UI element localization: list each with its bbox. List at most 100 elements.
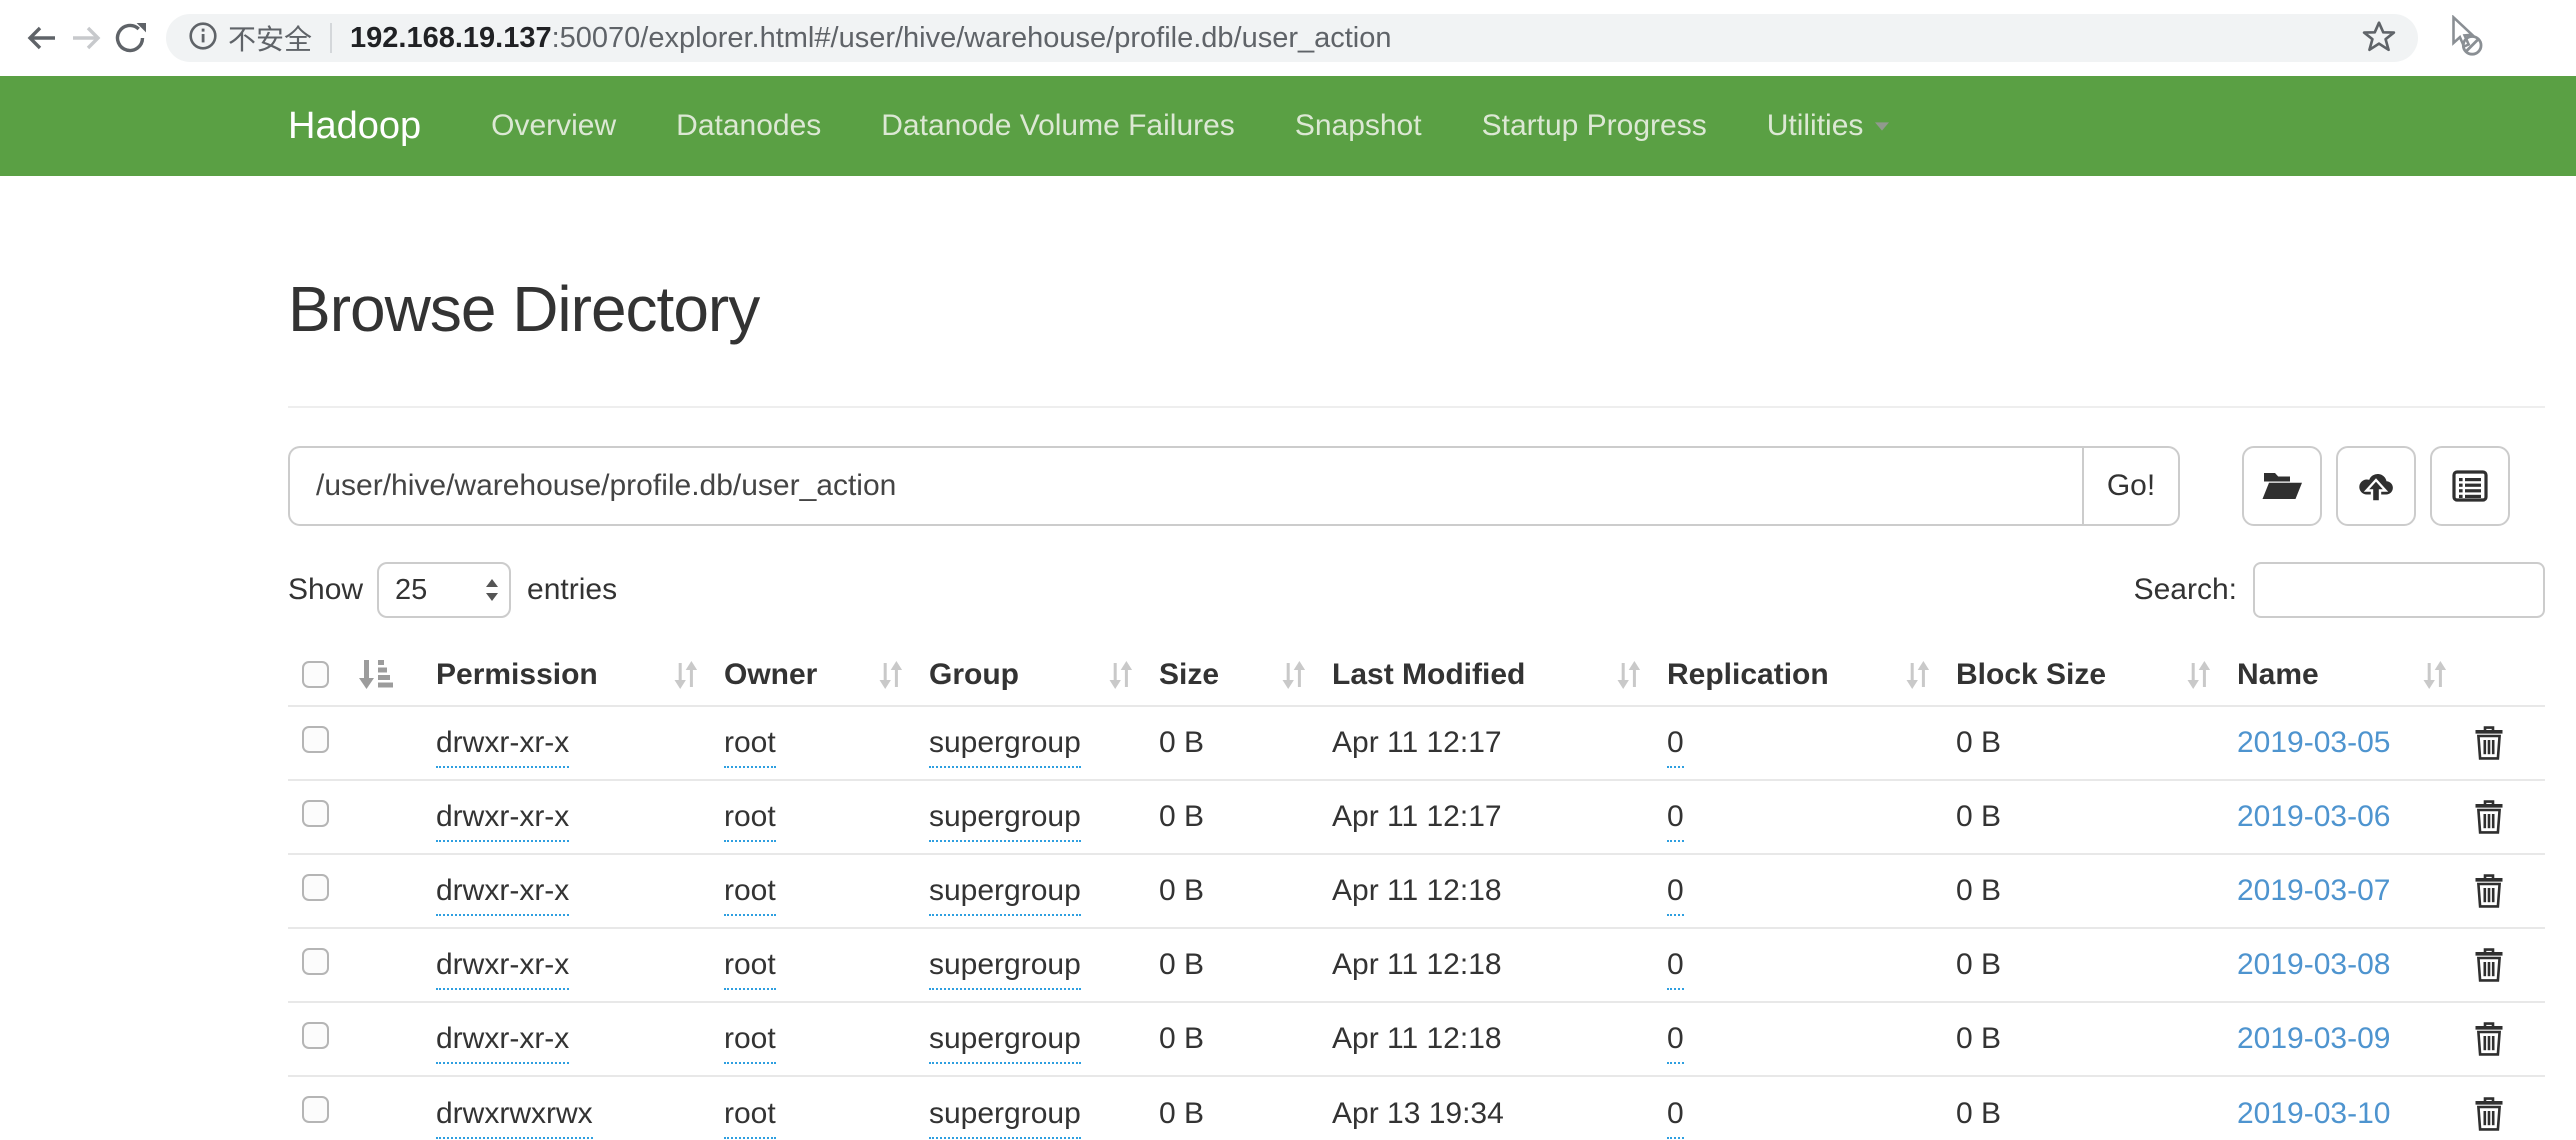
list-alt-icon: [2452, 470, 2488, 502]
column-header-permission[interactable]: Permission: [436, 644, 724, 706]
permission-value[interactable]: drwxr-xr-x: [436, 948, 569, 990]
replication-value[interactable]: 0: [1667, 800, 1684, 842]
row-checkbox[interactable]: [302, 726, 329, 753]
entries-select-wrap: 25: [377, 562, 511, 618]
owner-value[interactable]: root: [724, 1022, 776, 1064]
directory-name-link[interactable]: 2019-03-05: [2237, 726, 2390, 759]
group-value[interactable]: supergroup: [929, 726, 1081, 768]
delete-button[interactable]: [2473, 947, 2505, 983]
directory-path-input[interactable]: [288, 446, 2082, 526]
navbar-items: Overview Datanodes Datanode Volume Failu…: [461, 109, 1737, 143]
group-value[interactable]: supergroup: [929, 948, 1081, 990]
sort-icon[interactable]: [2421, 660, 2447, 690]
delete-button[interactable]: [2473, 1096, 2505, 1132]
delete-button[interactable]: [2473, 1021, 2505, 1057]
navbar-link[interactable]: Overview: [461, 109, 646, 143]
reload-icon[interactable]: [108, 16, 152, 60]
column-header-owner[interactable]: Owner: [724, 644, 929, 706]
go-button[interactable]: Go!: [2082, 446, 2180, 526]
owner-value[interactable]: root: [724, 1097, 776, 1139]
group-value[interactable]: supergroup: [929, 874, 1081, 916]
cloud-upload-icon: [2356, 469, 2396, 503]
back-icon[interactable]: [20, 16, 64, 60]
owner-value[interactable]: root: [724, 726, 776, 768]
trash-icon: [2473, 1021, 2505, 1057]
delete-button[interactable]: [2473, 873, 2505, 909]
delete-button[interactable]: [2473, 725, 2505, 761]
table-header-row: Permission Owner Group Size Last Modifie…: [288, 644, 2545, 706]
open-folder-button[interactable]: [2242, 446, 2322, 526]
group-value[interactable]: supergroup: [929, 1022, 1081, 1064]
owner-value[interactable]: root: [724, 874, 776, 916]
row-checkbox[interactable]: [302, 800, 329, 827]
forward-icon[interactable]: [64, 16, 108, 60]
replication-value[interactable]: 0: [1667, 1022, 1684, 1064]
group-value[interactable]: supergroup: [929, 800, 1081, 842]
bookmark-star-icon[interactable]: [2362, 19, 2396, 58]
sort-icon[interactable]: [877, 660, 903, 690]
column-header-last-modified[interactable]: Last Modified: [1332, 644, 1667, 706]
row-checkbox[interactable]: [302, 874, 329, 901]
browser-chrome: 不安全 192.168.19.137:50070/explorer.html#/…: [0, 0, 2576, 76]
replication-value[interactable]: 0: [1667, 1097, 1684, 1139]
block-size-value: 0 B: [1956, 800, 2001, 833]
row-checkbox[interactable]: [302, 948, 329, 975]
replication-value[interactable]: 0: [1667, 726, 1684, 768]
directory-name-link[interactable]: 2019-03-06: [2237, 800, 2390, 833]
navbar-dropdown-utilities[interactable]: Utilities: [1737, 109, 1920, 143]
permission-value[interactable]: drwxr-xr-x: [436, 1022, 569, 1064]
permission-value[interactable]: drwxr-xr-x: [436, 800, 569, 842]
last-modified-value: Apr 11 12:17: [1332, 726, 1502, 759]
sort-icon[interactable]: [672, 660, 698, 690]
owner-value[interactable]: root: [724, 948, 776, 990]
size-value: 0 B: [1159, 1022, 1204, 1055]
info-icon[interactable]: [188, 21, 218, 56]
sort-icon[interactable]: [1280, 660, 1306, 690]
column-header-replication[interactable]: Replication: [1667, 644, 1956, 706]
navbar-brand[interactable]: Hadoop: [288, 105, 421, 148]
sort-icon[interactable]: [2185, 660, 2211, 690]
group-value[interactable]: supergroup: [929, 1097, 1081, 1139]
navbar-link[interactable]: Startup Progress: [1452, 109, 1737, 143]
permission-value[interactable]: drwxr-xr-x: [436, 726, 569, 768]
sort-icon[interactable]: [1107, 660, 1133, 690]
directory-name-link[interactable]: 2019-03-08: [2237, 948, 2390, 981]
row-checkbox[interactable]: [302, 1096, 329, 1123]
column-header-size[interactable]: Size: [1159, 644, 1332, 706]
permission-value[interactable]: drwxr-xr-x: [436, 874, 569, 916]
column-header-group[interactable]: Group: [929, 644, 1159, 706]
utilities-label: Utilities: [1767, 109, 1864, 143]
directory-name-link[interactable]: 2019-03-10: [2237, 1097, 2390, 1130]
replication-value[interactable]: 0: [1667, 874, 1684, 916]
snapshot-list-button[interactable]: [2430, 446, 2510, 526]
sorted-column-icon[interactable]: [359, 659, 393, 691]
address-bar[interactable]: 不安全 192.168.19.137:50070/explorer.html#/…: [166, 14, 2418, 62]
column-header-actions: [2473, 644, 2545, 706]
owner-value[interactable]: root: [724, 800, 776, 842]
navbar-link[interactable]: Datanodes: [646, 109, 851, 143]
navbar-link[interactable]: Snapshot: [1265, 109, 1452, 143]
url-host: 192.168.19.137: [350, 22, 552, 54]
sort-icon[interactable]: [1904, 660, 1930, 690]
permission-value[interactable]: drwxrwxrwx: [436, 1097, 593, 1139]
directory-name-link[interactable]: 2019-03-09: [2237, 1022, 2390, 1055]
delete-button[interactable]: [2473, 799, 2505, 835]
column-header-name[interactable]: Name: [2237, 644, 2473, 706]
last-modified-value: Apr 11 12:18: [1332, 1022, 1502, 1055]
replication-value[interactable]: 0: [1667, 948, 1684, 990]
table-row: drwxr-xr-x root supergroup 0 B Apr 11 12…: [288, 706, 2545, 780]
navbar-link[interactable]: Datanode Volume Failures: [851, 109, 1265, 143]
upload-button[interactable]: [2336, 446, 2416, 526]
entries-select[interactable]: 25: [377, 562, 511, 618]
select-all-checkbox[interactable]: [302, 661, 329, 688]
directory-name-link[interactable]: 2019-03-07: [2237, 874, 2390, 907]
row-checkbox[interactable]: [302, 1022, 329, 1049]
trash-icon: [2473, 799, 2505, 835]
column-header-block-size[interactable]: Block Size: [1956, 644, 2237, 706]
address-divider: [330, 23, 332, 53]
block-size-value: 0 B: [1956, 726, 2001, 759]
sort-icon[interactable]: [1615, 660, 1641, 690]
table-row: drwxrwxrwx root supergroup 0 B Apr 13 19…: [288, 1076, 2545, 1140]
search-input[interactable]: [2253, 562, 2545, 618]
directory-table: Permission Owner Group Size Last Modifie…: [288, 644, 2545, 1140]
